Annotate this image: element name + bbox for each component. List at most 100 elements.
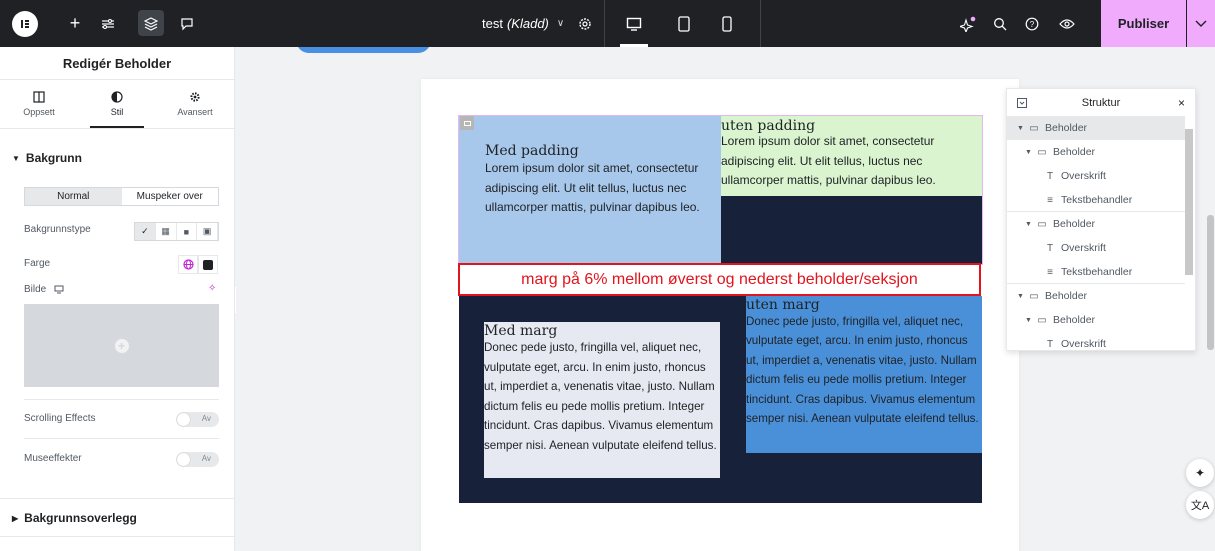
tab-layout[interactable]: Oppsett <box>0 80 78 128</box>
selected-container-outline <box>458 115 983 265</box>
image-label: Bilde <box>24 284 47 295</box>
svg-text:?: ? <box>1030 20 1035 29</box>
structure-item[interactable]: T Overskrift <box>1007 236 1185 260</box>
gradient-icon[interactable]: ▦ <box>156 223 177 240</box>
caret-down-icon: ▼ <box>12 153 20 163</box>
image-picker[interactable]: + <box>24 304 219 387</box>
structure-item[interactable]: ▼ ▭ Beholder <box>1007 308 1185 332</box>
heading-icon: T <box>1046 338 1054 350</box>
caret-down-icon: ▼ <box>1025 148 1032 156</box>
search-icon[interactable] <box>988 0 1012 47</box>
container-med-marg[interactable]: Med marg Donec pede justo, fringilla vel… <box>484 322 720 478</box>
doc-name: test <box>482 16 503 31</box>
editor-panel: Redigér Beholder Oppsett Stil Avansert ▼… <box>0 47 235 551</box>
mobile-icon[interactable] <box>716 0 738 47</box>
structure-item[interactable]: T Overskrift <box>1007 164 1185 188</box>
desktop-icon[interactable] <box>620 0 648 47</box>
structure-scrollbar[interactable] <box>1185 129 1193 275</box>
mouse-effects-label: Museeffekter <box>24 453 82 464</box>
section-overlay-header[interactable]: ▶ Bakgrunnsoverlegg <box>0 508 149 528</box>
chevron-down-icon: ∨ <box>556 18 565 29</box>
document-title[interactable]: test (Kladd) ∨ <box>482 0 564 47</box>
structure-item[interactable]: ▼ ▭ Beholder <box>1007 116 1185 140</box>
global-colors-icon[interactable] <box>178 255 198 274</box>
structure-item-label: Beholder <box>1053 218 1096 230</box>
color-controls <box>178 255 218 274</box>
container-icon: ▭ <box>1029 122 1039 134</box>
caret-right-icon: ▶ <box>12 513 19 523</box>
bg-type-label: Bakgrunnstype <box>24 224 91 235</box>
scrollbar-thumb[interactable] <box>1207 215 1214 350</box>
structure-item-label: Tekstbehandler <box>1061 266 1133 278</box>
add-image-icon: + <box>114 338 129 353</box>
decorative-shape <box>296 47 431 53</box>
section-background-header[interactable]: ▼ Bakgrunn <box>0 147 94 169</box>
layout-icon <box>33 91 45 103</box>
structure-item[interactable]: ▼ ▭ Beholder <box>1007 140 1185 164</box>
tab-style[interactable]: Stil <box>78 80 156 128</box>
tablet-icon[interactable] <box>672 0 696 47</box>
ai-sparkle-icon[interactable] <box>956 0 980 47</box>
structure-item-label: Beholder <box>1045 290 1088 302</box>
toggle-state: Av <box>201 414 211 423</box>
more-icon[interactable]: … <box>1095 343 1105 350</box>
structure-item[interactable]: ▼ ▭ Beholder <box>1007 212 1185 236</box>
text-editor-icon: ≡ <box>1047 194 1053 206</box>
container-uten-marg[interactable]: uten marg Donec pede justo, fringilla ve… <box>746 296 982 453</box>
mouse-effects-toggle[interactable]: Av <box>176 452 219 467</box>
ai-sparkle-icon[interactable]: ✧ <box>208 283 216 294</box>
state-normal[interactable]: Normal <box>25 188 122 205</box>
tab-advanced[interactable]: Avansert <box>156 80 234 128</box>
ai-assistant-icon[interactable]: ✦ <box>1186 459 1214 487</box>
close-icon[interactable]: × <box>1178 96 1185 110</box>
caret-down-icon: ▼ <box>1025 220 1032 228</box>
tab-label: Stil <box>110 107 124 117</box>
site-settings-icon[interactable] <box>95 0 121 47</box>
container-icon: ▭ <box>1029 290 1039 302</box>
structure-item-label: Overskrift <box>1061 242 1106 254</box>
container-handle-icon[interactable] <box>460 116 474 130</box>
structure-icon[interactable] <box>138 0 164 47</box>
structure-item[interactable]: ▼ ▭ Beholder <box>1007 284 1185 308</box>
structure-item-label: Beholder <box>1053 146 1096 158</box>
publish-options-button[interactable] <box>1187 0 1215 47</box>
structure-item-label: Beholder <box>1053 314 1096 326</box>
tab-label: Oppsett <box>23 107 55 117</box>
state-toggle: Normal Muspeker over <box>24 187 219 206</box>
notes-icon[interactable] <box>174 0 200 47</box>
brush-icon[interactable]: ✓ <box>135 223 156 240</box>
text-editor-icon: ≡ <box>1047 266 1053 278</box>
image-row: Bilde <box>24 284 64 295</box>
color-swatch[interactable] <box>198 255 218 274</box>
caret-down-icon: ▼ <box>1025 316 1032 324</box>
container-icon: ▭ <box>1037 146 1047 158</box>
elementor-logo-icon[interactable] <box>12 11 38 37</box>
panel-tabs: Oppsett Stil Avansert <box>0 80 234 129</box>
gear-icon <box>190 92 200 102</box>
toggle-state: Av <box>201 454 211 463</box>
heading-icon: T <box>1046 242 1054 254</box>
video-icon[interactable]: ■ <box>177 223 198 240</box>
scrolling-effects-label: Scrolling Effects <box>24 413 96 424</box>
help-icon[interactable]: ? <box>1020 0 1044 47</box>
structure-item[interactable]: ≡ Tekstbehandler <box>1007 260 1185 284</box>
half-circle-icon <box>111 91 123 103</box>
tab-label: Avansert <box>177 107 213 117</box>
structure-item[interactable]: ≡ Tekstbehandler <box>1007 188 1185 212</box>
heading-uten-marg: uten marg <box>746 297 820 313</box>
scrolling-effects-toggle[interactable]: Av <box>176 412 219 427</box>
caret-down-icon: ▼ <box>1017 292 1024 300</box>
translate-icon[interactable]: 文A <box>1186 491 1214 519</box>
publish-button[interactable]: Publiser <box>1101 0 1186 47</box>
heading-med-marg: Med marg <box>484 323 558 339</box>
caret-down-icon: ▼ <box>1017 124 1024 132</box>
section-overlay-title: Bakgrunnsoverlegg <box>24 511 137 525</box>
settings-icon[interactable] <box>574 0 596 47</box>
text-med-marg: Donec pede justo, fringilla vel, aliquet… <box>484 341 717 452</box>
add-icon[interactable]: + <box>62 0 88 47</box>
preview-icon[interactable] <box>1055 0 1079 47</box>
chevron-down-icon <box>1195 20 1207 27</box>
structure-item-label: Beholder <box>1045 122 1088 134</box>
state-hover[interactable]: Muspeker over <box>122 188 219 205</box>
slideshow-icon[interactable]: ▣ <box>197 223 218 240</box>
